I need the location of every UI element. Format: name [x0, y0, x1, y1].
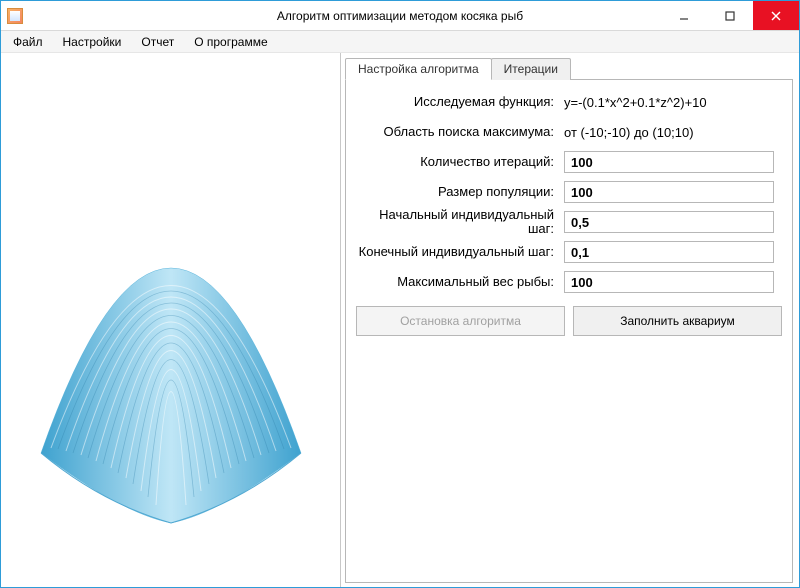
row-maxweight: Максимальный вес рыбы:: [356, 268, 782, 296]
tab-iterations[interactable]: Итерации: [491, 58, 571, 80]
app-icon: [7, 8, 23, 24]
input-iterations[interactable]: [564, 151, 774, 173]
window-controls: [661, 1, 799, 30]
row-population: Размер популяции:: [356, 178, 782, 206]
label-final-step: Конечный индивидуальный шаг:: [356, 245, 564, 259]
tab-body: Исследуемая функция: y=-(0.1*x^2+0.1*z^2…: [345, 79, 793, 583]
label-iterations: Количество итераций:: [356, 155, 564, 169]
row-iterations: Количество итераций:: [356, 148, 782, 176]
row-region: Область поиска максимума: от (-10;-10) д…: [356, 118, 782, 146]
input-max-weight[interactable]: [564, 271, 774, 293]
menu-file[interactable]: Файл: [3, 33, 53, 51]
surface-plot: [11, 183, 331, 533]
label-population: Размер популяции:: [356, 185, 564, 199]
input-population[interactable]: [564, 181, 774, 203]
row-finalstep: Конечный индивидуальный шаг:: [356, 238, 782, 266]
plot-pane: [1, 53, 341, 587]
close-button[interactable]: [753, 1, 799, 30]
menu-report[interactable]: Отчет: [131, 33, 184, 51]
tabs-pane: Настройка алгоритма Итерации Исследуемая…: [341, 53, 799, 587]
label-region: Область поиска максимума:: [356, 125, 564, 139]
label-function: Исследуемая функция:: [356, 95, 564, 109]
minimize-button[interactable]: [661, 1, 707, 30]
tab-algorithm-settings[interactable]: Настройка алгоритма: [345, 58, 492, 80]
label-initial-step: Начальный индивидуальный шаг:: [356, 208, 564, 235]
button-row: Остановка алгоритма Заполнить аквариум: [356, 306, 782, 336]
row-initstep: Начальный индивидуальный шаг:: [356, 208, 782, 236]
row-function: Исследуемая функция: y=-(0.1*x^2+0.1*z^2…: [356, 88, 782, 116]
tab-strip: Настройка алгоритма Итерации: [345, 58, 793, 80]
maximize-button[interactable]: [707, 1, 753, 30]
value-region: от (-10;-10) до (10;10): [564, 125, 782, 140]
content-area: Настройка алгоритма Итерации Исследуемая…: [1, 53, 799, 587]
stop-button: Остановка алгоритма: [356, 306, 565, 336]
titlebar: Алгоритм оптимизации методом косяка рыб: [1, 1, 799, 31]
fill-aquarium-button[interactable]: Заполнить аквариум: [573, 306, 782, 336]
input-final-step[interactable]: [564, 241, 774, 263]
value-function: y=-(0.1*x^2+0.1*z^2)+10: [564, 95, 782, 110]
label-max-weight: Максимальный вес рыбы:: [356, 275, 564, 289]
menubar: Файл Настройки Отчет О программе: [1, 31, 799, 53]
menu-settings[interactable]: Настройки: [53, 33, 132, 51]
input-initial-step[interactable]: [564, 211, 774, 233]
menu-about[interactable]: О программе: [184, 33, 277, 51]
